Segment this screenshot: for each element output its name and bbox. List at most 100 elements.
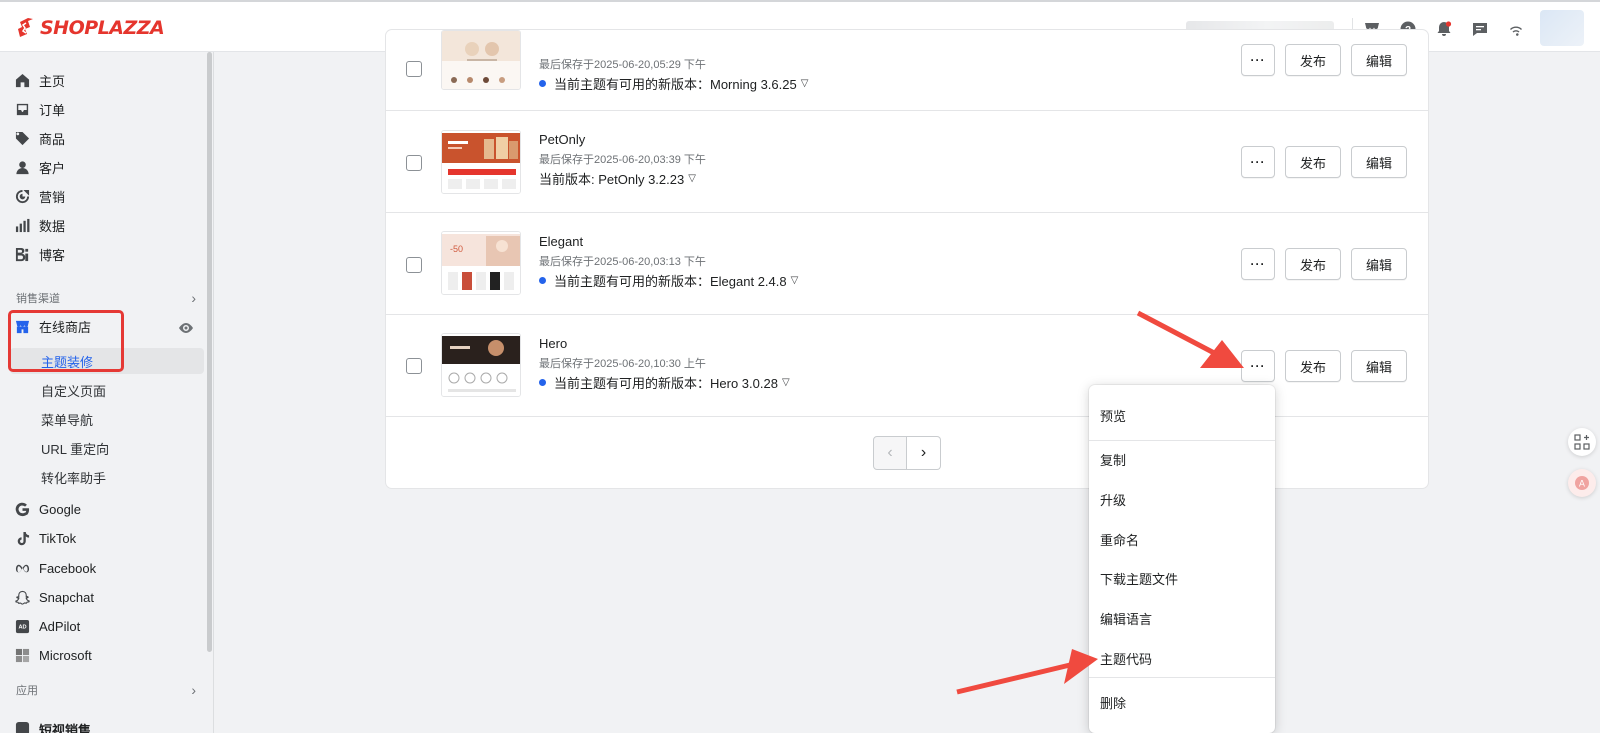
chat-icon[interactable]	[1471, 20, 1489, 38]
menu-item-download[interactable]: 下载主题文件	[1089, 560, 1275, 596]
menu-item-rename[interactable]: 重命名	[1089, 521, 1275, 557]
sidebar-item-label: 短视销售	[39, 723, 92, 733]
edit-button[interactable]: 编辑	[1351, 248, 1407, 280]
update-dot-icon	[539, 80, 546, 87]
blog-icon	[14, 246, 30, 262]
translate-icon: A	[1575, 476, 1589, 490]
update-dot-icon	[539, 379, 546, 386]
menu-item-preview[interactable]: 预览	[1089, 397, 1275, 433]
menu-divider	[1089, 677, 1275, 678]
theme-version[interactable]: 当前主题有可用的新版本：Hero 3.0.28 ▽	[539, 373, 790, 392]
sidebar-item-analytics[interactable]: 数据	[0, 212, 204, 238]
menu-item-edit-language[interactable]: 编辑语言	[1089, 600, 1275, 636]
sidebar-scrollbar[interactable]	[207, 52, 212, 652]
sidebar-item-label: 主页	[39, 73, 66, 89]
chevron-right-icon: ›	[191, 290, 196, 306]
sidebar-item-label: Snapchat	[39, 589, 94, 605]
edit-button[interactable]: 编辑	[1351, 350, 1407, 382]
sidebar-item-adpilot[interactable]: AD AdPilot	[0, 613, 204, 639]
sales-channels-heading[interactable]: 销售渠道 ›	[16, 289, 196, 307]
sidebar-item-products[interactable]: 商品	[0, 125, 204, 151]
logo-icon	[18, 18, 33, 37]
menu-item-delete[interactable]: 删除	[1089, 684, 1275, 720]
sidebar-item-label: 博客	[39, 247, 66, 263]
theme-version-text: 当前主题有可用的新版本：Hero 3.0.28	[554, 376, 778, 391]
apps-heading[interactable]: 应用 ›	[16, 681, 196, 699]
publish-button[interactable]: 发布	[1285, 44, 1341, 76]
row-checkbox[interactable]	[406, 358, 422, 374]
google-icon	[14, 501, 30, 517]
theme-version[interactable]: 当前主题有可用的新版本：Morning 3.6.25 ▽	[539, 74, 808, 93]
more-actions-button[interactable]: ···	[1241, 248, 1275, 280]
theme-name: Hero	[539, 336, 568, 351]
theme-version[interactable]: 当前版本: PetOnly 3.2.23 ▽	[539, 169, 696, 188]
publish-button[interactable]: 发布	[1285, 350, 1341, 382]
shoplazza-logo[interactable]: SHOPLAZZA	[16, 17, 165, 39]
sidebar-item-label: Google	[39, 501, 81, 517]
chevron-down-icon: ▽	[800, 78, 809, 89]
home-icon	[14, 72, 30, 88]
sidebar-subitem-custom-pages[interactable]: 自定义页面	[41, 378, 106, 402]
sidebar-item-customers[interactable]: 客户	[0, 154, 204, 180]
theme-saved-time: 最后保存于2025-06-20,10:30 上午	[539, 358, 706, 370]
theme-version-text: 当前主题有可用的新版本：Elegant 2.4.8	[554, 274, 787, 289]
sidebar-item-snapchat[interactable]: Snapchat	[0, 584, 204, 610]
edit-button[interactable]: 编辑	[1351, 146, 1407, 178]
more-actions-button[interactable]: ···	[1241, 44, 1275, 76]
sidebar-item-home[interactable]: 主页	[0, 67, 204, 93]
sidebar-item-orders[interactable]: 订单	[0, 96, 204, 122]
ghost-icon	[14, 589, 30, 605]
edit-button[interactable]: 编辑	[1351, 44, 1407, 76]
theme-thumbnail[interactable]	[441, 333, 521, 397]
wifi-icon[interactable]	[1507, 20, 1525, 38]
more-actions-menu: 预览 复制 升级 重命名 下载主题文件 编辑语言 主题代码 删除	[1089, 385, 1275, 733]
sidebar-item-tiktok[interactable]: TikTok	[0, 525, 204, 551]
publish-button[interactable]: 发布	[1285, 248, 1341, 280]
row-checkbox[interactable]	[406, 155, 422, 171]
svg-text:A: A	[1579, 480, 1586, 490]
translate-float-button[interactable]: A	[1568, 469, 1596, 497]
logo-text: SHOPLAZZA	[40, 17, 165, 39]
sidebar-subitem-navigation[interactable]: 菜单导航	[41, 407, 93, 431]
next-page-button[interactable]: ›	[907, 436, 941, 470]
chevron-down-icon: ▽	[790, 275, 799, 286]
menu-item-upgrade[interactable]: 升级	[1089, 481, 1275, 517]
sidebar-subitem-url-redirect[interactable]: URL 重定向	[41, 436, 109, 460]
theme-thumbnail[interactable]: -50	[441, 231, 521, 295]
theme-version-text: 当前主题有可用的新版本：Morning 3.6.25	[554, 77, 797, 92]
sidebar-item-marketing[interactable]: 营销	[0, 183, 204, 209]
windows-icon	[14, 647, 30, 663]
publish-button[interactable]: 发布	[1285, 146, 1341, 178]
target-icon	[14, 188, 30, 204]
more-actions-button[interactable]: ···	[1241, 350, 1275, 382]
menu-item-duplicate[interactable]: 复制	[1089, 441, 1275, 477]
theme-row: 最后保存于2025-06-20,05:29 下午 当前主题有可用的新版本：Mor…	[386, 30, 1428, 111]
prev-page-button[interactable]: ‹	[873, 436, 907, 470]
bell-icon[interactable]	[1435, 20, 1453, 38]
avatar[interactable]	[1540, 10, 1584, 46]
sidebar-item-label: AdPilot	[39, 618, 81, 634]
sidebar-item-label: Microsoft	[39, 647, 92, 663]
theme-thumbnail[interactable]	[441, 130, 521, 194]
sidebar-item-label: Facebook	[39, 560, 97, 576]
sidebar-item-label: 营销	[39, 189, 66, 205]
sidebar-item-microsoft[interactable]: Microsoft	[0, 642, 204, 668]
more-actions-button[interactable]: ···	[1241, 146, 1275, 178]
sidebar-item-label: 订单	[39, 102, 66, 118]
sidebar-item-google[interactable]: Google	[0, 496, 204, 522]
meta-icon	[14, 560, 30, 576]
menu-item-theme-code[interactable]: 主题代码	[1089, 640, 1275, 676]
eye-icon[interactable]	[178, 320, 194, 336]
sidebar-item-app-cut[interactable]: 短视销售	[0, 720, 204, 733]
theme-row: PetOnly 最后保存于2025-06-20,03:39 下午 当前版本: P…	[386, 111, 1428, 213]
apps-grid-float-button[interactable]	[1568, 428, 1596, 456]
theme-thumbnail[interactable]	[441, 30, 521, 90]
row-checkbox[interactable]	[406, 61, 422, 77]
sidebar-item-facebook[interactable]: Facebook	[0, 555, 204, 581]
theme-version[interactable]: 当前主题有可用的新版本：Elegant 2.4.8 ▽	[539, 271, 798, 290]
sidebar-subitem-conversion[interactable]: 转化率助手	[41, 465, 106, 489]
sidebar-item-blog[interactable]: 博客	[0, 241, 204, 267]
pagination: ‹ ›	[873, 436, 941, 470]
sidebar-item-label: 商品	[39, 131, 66, 147]
row-checkbox[interactable]	[406, 257, 422, 273]
